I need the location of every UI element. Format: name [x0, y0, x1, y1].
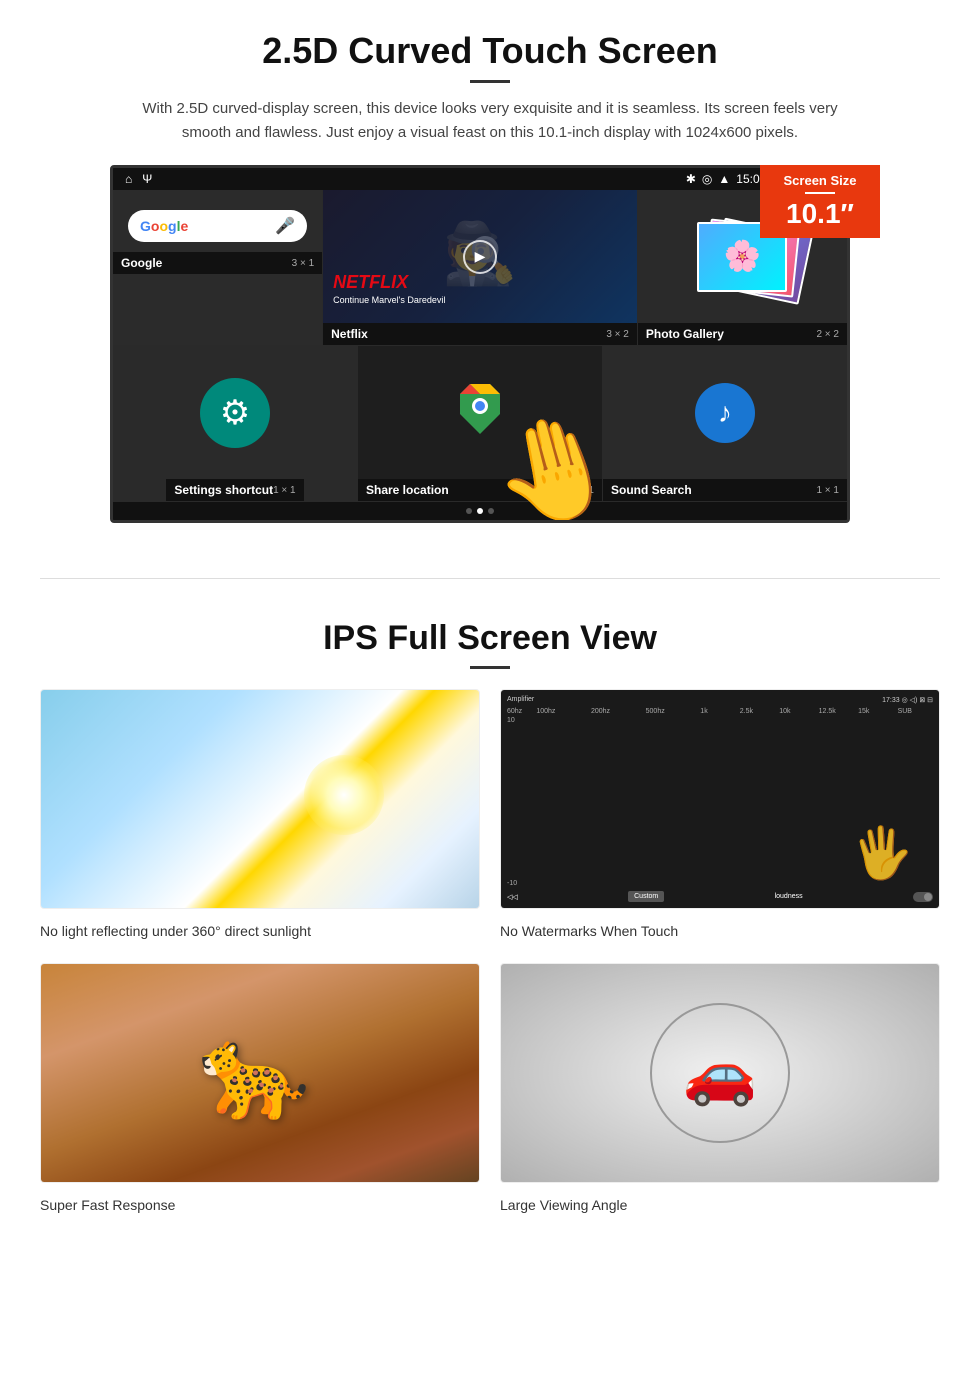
amplifier-image: Amplifier 17:33 ◎ ◁) ⊠ ⊟ 60hz100hz200hz5… [500, 689, 940, 909]
badge-label: Screen Size [770, 173, 870, 188]
netflix-logo: NETFLIX [333, 272, 408, 293]
features-grid: No light reflecting under 360° direct su… [40, 689, 940, 1217]
settings-icon-circle: ⚙ [200, 378, 270, 448]
cheetah-emoji: 🐆 [198, 1021, 310, 1126]
netflix-content: 🕵 ▶ NETFLIX Continue Marvel's Daredevil [323, 190, 637, 323]
amplifier-caption: No Watermarks When Touch [500, 919, 940, 943]
ips-section: IPS Full Screen View No light reflecting… [0, 609, 980, 1247]
photo-size: 2 × 2 [816, 329, 839, 340]
curved-touch-section: 2.5D Curved Touch Screen With 2.5D curve… [0, 0, 980, 548]
netflix-size: 3 × 2 [606, 329, 629, 340]
share-location-cell[interactable]: 🤚 Share location 1 × 1 [358, 346, 603, 501]
sunlight-caption: No light reflecting under 360° direct su… [40, 919, 480, 943]
dot-3 [488, 508, 494, 514]
title-divider [470, 80, 510, 83]
amp-nav-left: ◁◁ [507, 893, 518, 901]
dot-1 [466, 508, 472, 514]
cheetah-image: 🐆 [40, 963, 480, 1183]
amplifier-feature: Amplifier 17:33 ◎ ◁) ⊠ ⊟ 60hz100hz200hz5… [500, 689, 940, 943]
badge-size: 10.1″ [770, 198, 870, 230]
car-image: 🚗 [500, 963, 940, 1183]
device-mockup: Screen Size 10.1″ ⌂ Ψ ✱ ◎ ▲ 15:06 ⬚ ◁) [110, 165, 870, 523]
cheetah-visual: 🐆 [41, 964, 479, 1182]
settings-label-bar: Settings shortcut 1 × 1 [166, 479, 303, 501]
google-search-bar[interactable]: Google 🎤 [128, 210, 307, 242]
google-label: Google [121, 256, 162, 270]
amp-toggle-switch[interactable] [913, 892, 933, 902]
photo-label: Photo Gallery [646, 327, 724, 341]
sunlight-image [40, 689, 480, 909]
app-row-2: ⚙ Settings shortcut 1 × 1 [113, 346, 847, 502]
ips-title-divider [470, 666, 510, 669]
google-label-bar: Google 3 × 1 [113, 252, 322, 274]
netflix-label-bar: Netflix 3 × 2 [323, 323, 637, 345]
sound-size: 1 × 1 [816, 485, 839, 496]
cheetah-feature: 🐆 Super Fast Response [40, 963, 480, 1217]
amp-loudness-label: loudness [775, 893, 803, 900]
bluetooth-icon: ✱ [686, 172, 696, 186]
amp-time: 17:33 ◎ ◁) ⊠ ⊟ [882, 696, 933, 704]
page-dots [113, 502, 847, 520]
car-visual: 🚗 [501, 964, 939, 1182]
play-button[interactable]: ▶ [463, 240, 497, 274]
mic-icon[interactable]: 🎤 [275, 216, 295, 236]
gps-icon: ◎ [702, 172, 712, 186]
app-row-1: Google 🎤 Google 3 × 1 🕵 ▶ NETFLIX [113, 190, 847, 346]
google-logo: Google [140, 218, 188, 234]
sound-icon-wrap: ♪ [603, 346, 847, 479]
badge-divider [805, 192, 835, 194]
section2-title: IPS Full Screen View [40, 619, 940, 658]
sunlight-feature: No light reflecting under 360° direct su… [40, 689, 480, 943]
car-feature: 🚗 Large Viewing Angle [500, 963, 940, 1217]
section1-title: 2.5D Curved Touch Screen [60, 30, 920, 72]
amp-scale-top: 10 [507, 717, 933, 724]
amp-header: Amplifier 17:33 ◎ ◁) ⊠ ⊟ [507, 696, 933, 704]
amp-toggle-circle [924, 893, 932, 901]
dot-2 [477, 508, 483, 514]
amp-eq-bars: 🖐 [507, 726, 933, 878]
sound-search-cell[interactable]: ♪ Sound Search 1 × 1 [603, 346, 847, 501]
touch-hand-amp: 🖐 [848, 821, 915, 885]
status-bar-left: ⌂ Ψ [125, 172, 152, 186]
settings-label: Settings shortcut [174, 483, 273, 497]
amp-footer: ◁◁ Custom loudness [507, 891, 933, 902]
home-icon[interactable]: ⌂ [125, 172, 132, 186]
google-app-cell[interactable]: Google 🎤 Google 3 × 1 [113, 190, 323, 345]
amplifier-visual: Amplifier 17:33 ◎ ◁) ⊠ ⊟ 60hz100hz200hz5… [501, 690, 939, 908]
car-circle: 🚗 [650, 1003, 790, 1143]
screen-size-badge: Screen Size 10.1″ [760, 165, 880, 238]
sound-label-bar: Sound Search 1 × 1 [603, 479, 847, 501]
netflix-label: Netflix [331, 327, 368, 341]
google-size: 3 × 1 [292, 258, 315, 269]
sound-icon-circle: ♪ [695, 383, 755, 443]
car-caption: Large Viewing Angle [500, 1193, 940, 1217]
netflix-subtitle: Continue Marvel's Daredevil [333, 295, 445, 305]
sun-burst [304, 755, 384, 835]
cheetah-caption: Super Fast Response [40, 1193, 480, 1217]
section1-description: With 2.5D curved-display screen, this de… [140, 97, 840, 145]
amp-title: Amplifier [507, 696, 534, 704]
share-label: Share location [366, 483, 449, 497]
usb-icon: Ψ [142, 172, 152, 186]
settings-cell[interactable]: ⚙ Settings shortcut 1 × 1 [113, 346, 358, 501]
settings-size: 1 × 1 [273, 485, 296, 496]
section-divider-line [40, 578, 940, 579]
photo-label-bar: Photo Gallery 2 × 2 [638, 323, 847, 345]
netflix-app-cell[interactable]: 🕵 ▶ NETFLIX Continue Marvel's Daredevil … [323, 190, 638, 345]
share-content: 🤚 [358, 346, 602, 479]
amp-freq-labels: 60hz100hz200hz500hz1k2.5k10k12.5k15kSUB [507, 708, 933, 715]
android-screen: ⌂ Ψ ✱ ◎ ▲ 15:06 ⬚ ◁) ⊠ ⊟ [110, 165, 850, 523]
car-body: 🚗 [683, 1038, 758, 1109]
status-bar: ⌂ Ψ ✱ ◎ ▲ 15:06 ⬚ ◁) ⊠ ⊟ [113, 168, 847, 190]
settings-icon-wrap: ⚙ [200, 346, 270, 479]
wifi-icon: ▲ [718, 172, 730, 186]
amp-custom-button[interactable]: Custom [628, 891, 664, 902]
sunlight-visual [41, 690, 479, 908]
